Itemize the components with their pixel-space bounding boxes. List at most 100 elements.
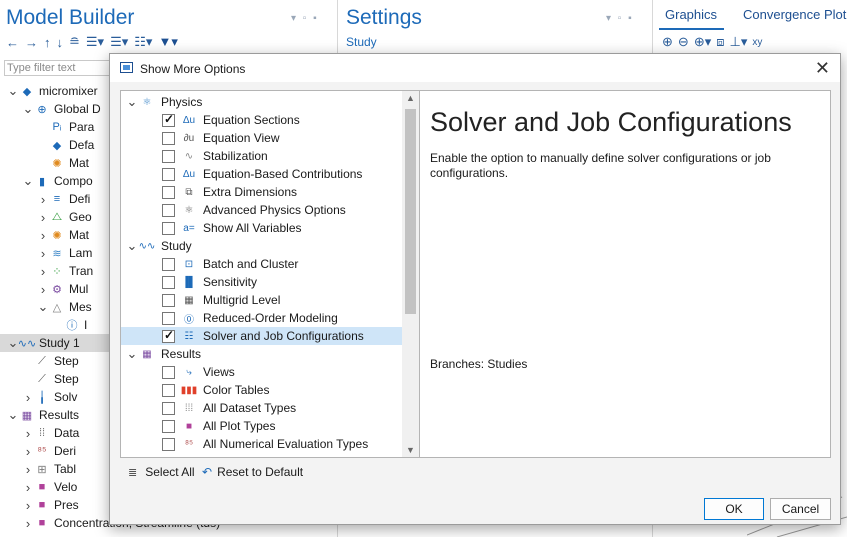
option-checkbox[interactable] xyxy=(162,419,175,433)
chevron-down-icon[interactable]: ⌄ xyxy=(21,101,35,117)
zoom-box-icon[interactable]: ⊕▾ xyxy=(694,34,711,50)
option-group-study[interactable]: ⌄ ∿∿ Study xyxy=(121,237,403,255)
chevron-right-icon[interactable]: › xyxy=(21,498,35,513)
chevron-right-icon[interactable]: › xyxy=(21,462,35,477)
option-label: Stabilization xyxy=(203,149,268,163)
option-item[interactable]: ⁸⁵ All Numerical Evaluation Types xyxy=(121,435,403,453)
xy-plane-icon[interactable]: xy xyxy=(752,37,762,48)
option-checkbox[interactable] xyxy=(162,437,175,451)
cancel-button[interactable]: Cancel xyxy=(770,498,831,520)
options-list-scrollbar[interactable]: ▲ ▼ xyxy=(402,91,419,457)
option-checkbox[interactable] xyxy=(162,185,175,199)
option-item[interactable]: ☷ Solver and Job Configurations xyxy=(121,327,403,345)
step-icon: ⟋ xyxy=(38,354,46,367)
chevron-right-icon[interactable]: › xyxy=(36,246,50,261)
tab-convergence-plot[interactable]: Convergence Plot xyxy=(743,7,846,22)
option-group-physics[interactable]: ⌄ ⚛ Physics xyxy=(121,93,403,111)
show-icon[interactable]: ≘ xyxy=(69,34,80,50)
chevron-right-icon[interactable]: › xyxy=(21,444,35,459)
chevron-right-icon[interactable]: › xyxy=(36,282,50,297)
scrollbar-thumb[interactable] xyxy=(405,109,416,314)
chevron-down-icon[interactable]: ⌄ xyxy=(6,407,20,423)
list-options-icon[interactable]: ☷▾ xyxy=(134,34,152,50)
move-down-icon[interactable]: ↓ xyxy=(57,35,64,50)
chevron-down-icon[interactable]: ⌄ xyxy=(125,238,139,254)
zoom-out-icon[interactable]: ⊖ xyxy=(678,34,689,50)
study-icon: ∿∿ xyxy=(17,337,37,350)
settings-window-controls[interactable]: ▾ ▫ ▪ xyxy=(606,13,634,24)
expand-sections-icon[interactable]: ☰▾ xyxy=(86,34,104,50)
option-item[interactable]: ■ All Plot Types xyxy=(121,417,403,435)
zoom-in-icon[interactable]: ⊕ xyxy=(662,34,673,50)
chevron-right-icon[interactable]: › xyxy=(21,390,35,405)
option-item[interactable]: ∂u Equation View xyxy=(121,129,403,147)
datasets-icon: ⁞⁞ xyxy=(38,427,46,439)
forward-arrow-icon[interactable]: → xyxy=(25,35,38,50)
reset-to-default-button[interactable]: ↶ Reset to Default xyxy=(202,465,303,479)
zoom-extents-icon[interactable]: ⧈ xyxy=(716,34,724,50)
option-group-results[interactable]: ⌄ ▦ Results xyxy=(121,345,403,363)
geometry-icon: ⧍ xyxy=(51,210,63,223)
option-label: Batch and Cluster xyxy=(203,257,299,271)
move-up-icon[interactable]: ↑ xyxy=(44,35,51,50)
chevron-right-icon[interactable]: › xyxy=(36,210,50,225)
collapse-sections-icon[interactable]: ☰▾ xyxy=(110,34,128,50)
chevron-right-icon[interactable]: › xyxy=(21,426,35,441)
scroll-down-icon[interactable]: ▼ xyxy=(406,445,415,455)
close-icon[interactable]: ✕ xyxy=(815,58,830,79)
option-checkbox[interactable] xyxy=(162,293,175,307)
results-icon: ▦ xyxy=(142,348,152,360)
option-checkbox[interactable] xyxy=(162,311,175,325)
option-checkbox[interactable] xyxy=(162,401,175,415)
ok-button[interactable]: OK xyxy=(704,498,764,520)
select-all-button[interactable]: ≣ Select All xyxy=(128,465,195,479)
chevron-down-icon[interactable]: ⌄ xyxy=(125,94,139,110)
option-item[interactable]: ⊡ Batch and Cluster xyxy=(121,255,403,273)
option-checkbox[interactable] xyxy=(162,149,175,163)
axis-orientation-icon[interactable]: ⊥▾ xyxy=(730,34,748,50)
option-item[interactable]: ⓪ Reduced-Order Modeling xyxy=(121,309,403,327)
chevron-right-icon[interactable]: › xyxy=(36,192,50,207)
chevron-down-icon[interactable]: ⌄ xyxy=(36,299,50,315)
option-item[interactable]: ⚛ Advanced Physics Options xyxy=(121,201,403,219)
chevron-right-icon[interactable]: › xyxy=(36,228,50,243)
chevron-down-icon[interactable]: ⌄ xyxy=(6,83,20,99)
option-checkbox[interactable] xyxy=(162,365,175,379)
back-arrow-icon[interactable]: ← xyxy=(6,35,19,50)
option-checkbox[interactable] xyxy=(162,383,175,397)
chevron-down-icon[interactable]: ⌄ xyxy=(125,346,139,362)
option-item[interactable]: a= Show All Variables xyxy=(121,219,403,237)
plot-group-icon: ■ xyxy=(38,481,46,493)
tree-node-label: Step xyxy=(54,372,79,386)
option-item[interactable]: ⁞⁞⁞ All Dataset Types xyxy=(121,399,403,417)
chevron-right-icon[interactable]: › xyxy=(36,264,50,279)
tree-filter-input[interactable]: Type filter text xyxy=(4,60,112,76)
option-item[interactable]: ⧉ Extra Dimensions xyxy=(121,183,403,201)
stabilization-icon: ∿ xyxy=(184,150,194,162)
chevron-right-icon[interactable]: › xyxy=(21,480,35,495)
chevron-right-icon[interactable]: › xyxy=(21,516,35,531)
tab-graphics[interactable]: Graphics xyxy=(665,7,717,22)
option-checkbox[interactable] xyxy=(162,221,175,235)
option-checkbox[interactable] xyxy=(162,112,175,127)
build-icon[interactable]: ▼▾ xyxy=(158,34,177,50)
option-checkbox[interactable] xyxy=(162,203,175,217)
option-item[interactable]: ▐▌ Sensitivity xyxy=(121,273,403,291)
option-item[interactable]: ∿ Stabilization xyxy=(121,147,403,165)
option-item[interactable]: Δu Equation-Based Contributions xyxy=(121,165,403,183)
chevron-down-icon[interactable]: ⌄ xyxy=(21,173,35,189)
option-item[interactable]: ▦ Multigrid Level xyxy=(121,291,403,309)
option-checkbox[interactable] xyxy=(162,131,175,145)
option-checkbox[interactable] xyxy=(162,275,175,289)
tree-node-label: Results xyxy=(39,408,80,422)
option-item[interactable]: ▮▮▮ Color Tables xyxy=(121,381,403,399)
model-builder-window-controls[interactable]: ▾ ▫ ▪ xyxy=(291,13,319,24)
option-checkbox[interactable] xyxy=(162,257,175,271)
option-item[interactable]: ⤷ Views xyxy=(121,363,403,381)
component-icon: ▮ xyxy=(38,175,46,188)
option-item[interactable]: Δu Equation Sections xyxy=(121,111,403,129)
scroll-up-icon[interactable]: ▲ xyxy=(406,93,415,103)
transport-icon: ⁘ xyxy=(52,265,62,278)
option-checkbox[interactable] xyxy=(162,328,175,343)
option-checkbox[interactable] xyxy=(162,167,175,181)
